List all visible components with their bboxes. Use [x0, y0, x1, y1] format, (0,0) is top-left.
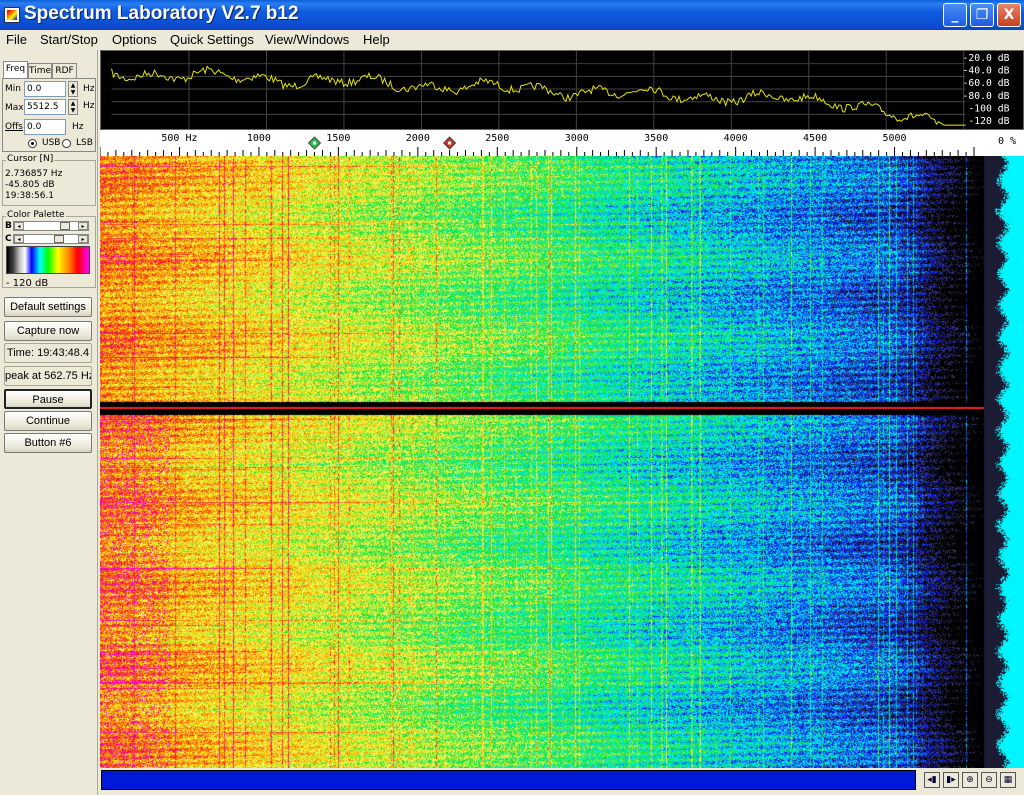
tab-freq[interactable]: Freq — [3, 61, 28, 79]
tab-time[interactable]: Time — [28, 63, 52, 79]
menu-view-windows[interactable]: View/Windows — [265, 32, 349, 47]
min-freq-field[interactable]: 0.0 — [24, 81, 66, 97]
db-label: -20.0 dB — [963, 53, 1010, 64]
cursor-frequency: 2.736857 Hz — [5, 169, 63, 179]
window-title: Spectrum Laboratory V2.7 b12 — [24, 3, 299, 24]
waterfall-display[interactable] — [100, 156, 1024, 768]
continue-button[interactable]: Continue — [4, 411, 92, 431]
default-settings-button[interactable]: Default settings — [4, 297, 92, 317]
freq-label: 2500 — [485, 133, 509, 144]
menu-quick-settings[interactable]: Quick Settings — [170, 32, 254, 47]
brightness-slider[interactable]: ◂ ▸ — [13, 221, 89, 231]
status-bar: ◂▮ ▮▸ ⊕ ⊖ ▦ — [100, 768, 1024, 795]
usb-radio[interactable] — [28, 139, 37, 148]
scale-icon[interactable]: ▦ — [1000, 772, 1016, 788]
app-window: Spectrum Laboratory V2.7 b12 _ ❐ X File … — [0, 0, 1024, 795]
close-button[interactable]: X — [997, 3, 1021, 27]
menu-options[interactable]: Options — [112, 32, 157, 47]
freq-label: 1000 — [247, 133, 271, 144]
spectrum-trace — [111, 65, 966, 126]
max-unit: Hz — [83, 101, 95, 111]
time-display[interactable]: Time: 19:43:48.4 — [4, 343, 92, 363]
db-label: -120 dB — [968, 116, 1009, 127]
minimize-button[interactable]: _ — [943, 3, 967, 27]
freq-label: 3000 — [565, 133, 589, 144]
max-freq-spinner[interactable]: ▲ ▼ — [68, 99, 78, 115]
palette-title: Color Palette — [6, 210, 66, 220]
button-6[interactable]: Button #6 — [4, 433, 92, 453]
db-label: -60.0 dB — [963, 78, 1010, 89]
cursor-time: 19:38:56.1 — [5, 191, 55, 201]
capture-now-button[interactable]: Capture now — [4, 321, 92, 341]
prev-icon[interactable]: ◂▮ — [924, 772, 940, 788]
color-palette-bar[interactable] — [6, 246, 90, 274]
frequency-scale[interactable]: 500 Hz 1000 1500 2000 2500 3000 3500 4000 4500 50… — [100, 130, 1024, 156]
min-label: Min — [5, 84, 21, 94]
db-label: -100 dB — [968, 103, 1009, 114]
peak-display[interactable]: peak at 562.75 Hz — [4, 366, 92, 386]
zoom-out-icon[interactable]: ⊖ — [981, 772, 997, 788]
min-unit: Hz — [83, 84, 95, 94]
menu-bar: File Start/Stop Options Quick Settings V… — [0, 30, 1024, 50]
cursor-level: -45.805 dB — [5, 180, 55, 190]
brightness-thumb[interactable] — [60, 222, 70, 230]
freq-label: 3500 — [644, 133, 668, 144]
lsb-label: LSB — [76, 138, 93, 148]
spectrum-graph[interactable]: -20.0 dB-40.0 dB -60.0 dB -80.0 dB-100 dB -… — [100, 50, 1024, 130]
db-label: -40.0 dB — [963, 65, 1010, 76]
percent-label: 0 % — [998, 136, 1016, 147]
slider-right-icon[interactable]: ▸ — [78, 235, 88, 243]
freq-label: 500 Hz — [161, 133, 197, 144]
palette-db-label: - 120 dB — [6, 278, 49, 289]
brightness-label: B — [5, 221, 12, 231]
menu-help[interactable]: Help — [363, 32, 390, 47]
frequency-labels: 500 Hz 1000 1500 2000 2500 3000 3500 4000 4500 50… — [161, 133, 906, 144]
freq-label: 1500 — [326, 133, 350, 144]
slider-right-icon[interactable]: ▸ — [78, 222, 88, 230]
contrast-thumb[interactable] — [54, 235, 64, 243]
app-icon[interactable] — [4, 7, 20, 23]
tab-rdf[interactable]: RDF — [52, 63, 77, 79]
db-scale: -20.0 dB-40.0 dB -60.0 dB -80.0 dB-100 dB -… — [963, 53, 1010, 127]
freq-label: 2000 — [406, 133, 430, 144]
cursor-title: Cursor [N] — [6, 154, 55, 164]
slider-left-icon[interactable]: ◂ — [14, 235, 24, 243]
freq-label: 4000 — [724, 133, 748, 144]
maximize-button[interactable]: ❐ — [970, 3, 994, 27]
freq-label: 5000 — [883, 133, 907, 144]
usb-label: USB — [42, 138, 61, 148]
contrast-label: C — [5, 234, 12, 244]
marker-2-icon-center — [448, 141, 452, 145]
progress-bar — [101, 770, 916, 790]
contrast-slider[interactable]: ◂ ▸ — [13, 234, 89, 244]
menu-file[interactable]: File — [6, 32, 27, 47]
title-bar[interactable]: Spectrum Laboratory V2.7 b12 _ ❐ X — [0, 0, 1024, 30]
marker-1-icon-center — [313, 141, 317, 145]
freq-label: 4500 — [803, 133, 827, 144]
frequency-ticks — [100, 147, 975, 156]
max-label: Max — [5, 103, 24, 113]
offs-label: Offs — [5, 122, 23, 132]
pause-button[interactable]: Pause — [4, 389, 92, 409]
min-freq-spinner[interactable]: ▲ ▼ — [68, 81, 78, 97]
max-freq-field[interactable]: 5512.5 — [24, 99, 66, 115]
slider-left-icon[interactable]: ◂ — [14, 222, 24, 230]
offset-field[interactable]: 0.0 — [24, 119, 66, 135]
db-label: -80.0 dB — [963, 91, 1010, 102]
offs-unit: Hz — [72, 122, 84, 132]
spectrum-grid — [111, 51, 966, 129]
lsb-radio[interactable] — [62, 139, 71, 148]
zoom-in-icon[interactable]: ⊕ — [962, 772, 978, 788]
next-icon[interactable]: ▮▸ — [943, 772, 959, 788]
menu-start-stop[interactable]: Start/Stop — [40, 32, 98, 47]
